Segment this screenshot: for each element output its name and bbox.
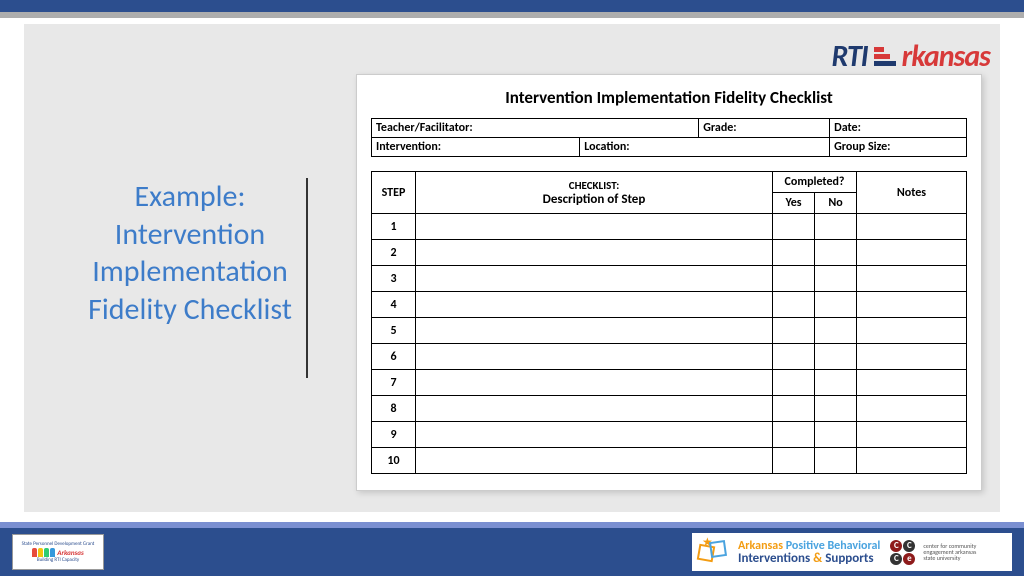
description-label: Description of Step: [420, 192, 768, 207]
checklist-table: STEP CHECKLIST: Description of Step Comp…: [371, 171, 967, 474]
location-label: Location:: [580, 138, 830, 157]
table-row: 9: [372, 422, 967, 448]
cce-icon: CCCe: [890, 540, 915, 565]
table-row: 8: [372, 396, 967, 422]
intervention-label: Intervention:: [372, 138, 580, 157]
doc-title: Intervention Implementation Fidelity Che…: [371, 87, 967, 108]
side-title: Example: Intervention Implementation Fid…: [60, 178, 320, 328]
spdg-caption: Building RTI Capacity: [37, 558, 79, 563]
people-icon: [32, 548, 55, 557]
step-num: 4: [372, 292, 416, 318]
table-row: 3: [372, 266, 967, 292]
side-title-wrap: Example: Intervention Implementation Fid…: [60, 178, 320, 328]
rti-arkansas-logo: RTI rkansas: [832, 38, 991, 75]
pbis-text: Arkansas Positive Behavioral Interventio…: [738, 540, 880, 565]
step-num: 6: [372, 344, 416, 370]
arkansas-text: rkansas: [902, 38, 990, 75]
checklist-label: CHECKLIST:: [420, 179, 768, 192]
pbis-icon: ★: [698, 537, 732, 567]
teacher-label: Teacher/Facilitator:: [372, 119, 699, 138]
top-bar: [0, 0, 1024, 12]
col-step: STEP: [372, 172, 416, 214]
spdg-arc-text: State Personnel Development Grant: [22, 542, 95, 547]
main-area: RTI rkansas Example: Intervention Implem…: [0, 18, 1024, 522]
footer: State Personnel Development Grant Arkans…: [0, 522, 1024, 576]
step-num: 9: [372, 422, 416, 448]
step-num: 7: [372, 370, 416, 396]
pbis-l2b: Supports: [825, 551, 873, 566]
cce-text: center for community engagement arkansas…: [923, 543, 977, 561]
footer-bar: State Personnel Development Grant Arkans…: [0, 528, 1024, 576]
table-row: 6: [372, 344, 967, 370]
col-yes: Yes: [773, 193, 815, 214]
pbis-badge: ★ Arkansas Positive Behavioral Intervent…: [692, 533, 1012, 571]
grade-label: Grade:: [699, 119, 830, 138]
step-num: 1: [372, 214, 416, 240]
vertical-divider: [306, 178, 308, 378]
info-table: Teacher/Facilitator: Grade: Date: Interv…: [371, 118, 967, 157]
checklist-body: 1 2 3 4 5 6 7 8 9 10: [372, 214, 967, 474]
checklist-document: Intervention Implementation Fidelity Che…: [356, 74, 982, 491]
spdg-badge: State Personnel Development Grant Arkans…: [12, 534, 104, 570]
date-label: Date:: [830, 119, 967, 138]
rti-text: RTI: [832, 38, 868, 75]
groupsize-label: Group Size:: [830, 138, 967, 157]
table-row: 10: [372, 448, 967, 474]
table-row: 2: [372, 240, 967, 266]
table-row: 7: [372, 370, 967, 396]
col-description: CHECKLIST: Description of Step: [416, 172, 773, 214]
arkansas-mini: Arkansas: [57, 549, 83, 556]
pbis-l2a: Interventions: [738, 551, 813, 566]
col-completed: Completed?: [773, 172, 857, 193]
col-no: No: [815, 193, 857, 214]
step-num: 10: [372, 448, 416, 474]
logo-bars-icon: [874, 47, 896, 66]
step-num: 8: [372, 396, 416, 422]
step-num: 5: [372, 318, 416, 344]
col-notes: Notes: [857, 172, 967, 214]
step-num: 2: [372, 240, 416, 266]
table-row: 5: [372, 318, 967, 344]
table-row: 1: [372, 214, 967, 240]
table-row: 4: [372, 292, 967, 318]
step-num: 3: [372, 266, 416, 292]
pbis-amp: &: [813, 551, 825, 566]
